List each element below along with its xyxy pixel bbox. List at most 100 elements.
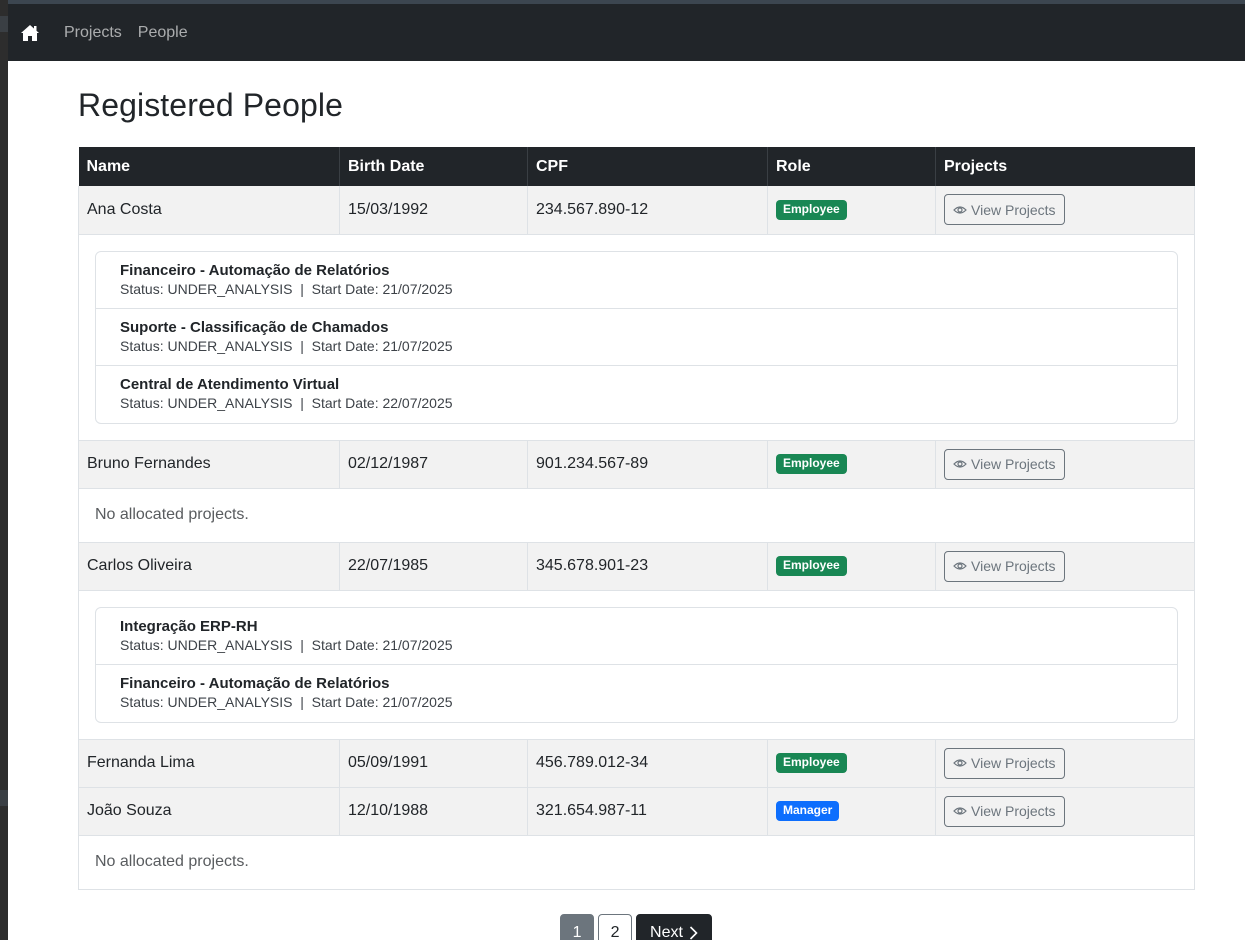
person-cpf: 321.654.987-11: [527, 787, 768, 836]
project-meta: Status: UNDER_ANALYSIS | Start Date: 21/…: [120, 693, 453, 710]
no-projects-message: No allocated projects.: [78, 835, 1195, 890]
view-projects-button[interactable]: View Projects: [944, 795, 1065, 827]
people-table-body: Ana Costa 15/03/1992 234.567.890-12 Employe…: [78, 186, 1195, 890]
column-header-name: Name: [78, 147, 340, 186]
home-icon[interactable]: [19, 22, 41, 44]
table-row: Bruno Fernandes 02/12/1987 901.234.567-89 E…: [78, 440, 1195, 489]
view-projects-label: View Projects: [971, 803, 1056, 819]
empty-projects-row: No allocated projects.: [78, 835, 1195, 890]
eye-icon: [953, 206, 967, 214]
view-projects-label: View Projects: [971, 558, 1056, 574]
project-detail-cell: Financeiro - Automação de Relatórios Stat…: [78, 234, 1195, 441]
project-list-item: Suporte - Classificação de Chamados Statu…: [96, 309, 1177, 366]
page-button-2[interactable]: 2: [598, 913, 633, 940]
role-badge: Employee: [776, 454, 847, 474]
person-birth-date: 22/07/1985: [339, 542, 528, 591]
project-name: Integração ERP-RH: [120, 617, 258, 635]
edge-mark: [0, 16, 8, 32]
role-badge: Manager: [776, 801, 840, 821]
project-detail-cell: Integração ERP-RH Status: UNDER_ANALYSIS …: [78, 590, 1195, 740]
app-window: Projects People Registered People Name B…: [8, 4, 1245, 940]
table-row: Ana Costa 15/03/1992 234.567.890-12 Employe…: [78, 186, 1195, 235]
column-header-role: Role: [767, 147, 936, 186]
person-name: Carlos Oliveira: [78, 542, 340, 591]
person-name: João Souza: [78, 787, 340, 836]
person-role-cell: Manager: [767, 787, 936, 836]
person-name: Ana Costa: [78, 186, 340, 235]
eye-icon: [953, 759, 967, 767]
person-projects-cell: View Projects: [935, 440, 1195, 489]
project-list-item: Financeiro - Automação de Relatórios Stat…: [96, 252, 1177, 309]
view-projects-label: View Projects: [971, 201, 1056, 218]
role-badge: Employee: [776, 556, 847, 576]
page-title: Registered People: [78, 87, 343, 123]
person-cpf: 234.567.890-12: [527, 186, 768, 235]
eye-icon: [953, 807, 967, 815]
person-birth-date: 02/12/1987: [339, 440, 528, 489]
table-header-row: Name Birth Date CPF Role Projects: [78, 147, 1195, 186]
person-birth-date: 05/09/1991: [339, 739, 528, 788]
person-role-cell: Employee: [767, 186, 936, 235]
project-meta: Status: UNDER_ANALYSIS | Start Date: 21/…: [120, 636, 453, 653]
home-icon-glyph: [21, 24, 39, 41]
column-header-projects: Projects: [935, 147, 1195, 186]
view-projects-button[interactable]: View Projects: [944, 194, 1065, 226]
project-meta: Status: UNDER_ANALYSIS | Start Date: 22/…: [120, 394, 453, 411]
project-name: Financeiro - Automação de Relatórios: [120, 674, 390, 692]
edge-mark: [0, 790, 8, 806]
person-projects-cell: View Projects: [935, 186, 1195, 235]
column-header-cpf: CPF: [527, 147, 768, 186]
view-projects-button[interactable]: View Projects: [944, 448, 1065, 480]
person-birth-date: 12/10/1988: [339, 787, 528, 836]
person-role-cell: Employee: [767, 739, 936, 788]
person-projects-cell: View Projects: [935, 739, 1195, 788]
project-detail-row: Integração ERP-RH Status: UNDER_ANALYSIS …: [78, 590, 1195, 740]
project-list-item: Integração ERP-RH Status: UNDER_ANALYSIS …: [96, 608, 1177, 665]
view-projects-button[interactable]: View Projects: [944, 747, 1065, 779]
view-projects-label: View Projects: [971, 456, 1056, 472]
table-row: Carlos Oliveira 22/07/1985 345.678.901-23 E…: [78, 542, 1195, 591]
people-table: Name Birth Date CPF Role Projects Ana Co…: [78, 147, 1195, 890]
project-list-item: Central de Atendimento Virtual Status: UN…: [96, 366, 1177, 423]
nav-link-people[interactable]: People: [138, 24, 188, 42]
project-detail-row: Financeiro - Automação de Relatórios Stat…: [78, 234, 1195, 441]
table-row: João Souza 12/10/1988 321.654.987-11 Manage…: [78, 787, 1195, 836]
project-name: Suporte - Classificação de Chamados: [120, 318, 389, 336]
role-badge: Employee: [776, 753, 847, 773]
next-page-button[interactable]: Next: [636, 913, 712, 940]
left-edge-strip: [0, 0, 8, 940]
person-cpf: 456.789.012-34: [527, 739, 768, 788]
person-projects-cell: View Projects: [935, 787, 1195, 836]
project-name: Central de Atendimento Virtual: [120, 375, 340, 393]
no-projects-message: No allocated projects.: [78, 488, 1195, 543]
view-projects-label: View Projects: [971, 755, 1056, 771]
empty-projects-row: No allocated projects.: [78, 488, 1195, 543]
person-cpf: 345.678.901-23: [527, 542, 768, 591]
main-container: Registered People Name Birth Date CPF Ro…: [8, 87, 1245, 940]
project-list: Financeiro - Automação de Relatórios Stat…: [95, 250, 1178, 424]
chevron-right-icon: [689, 925, 698, 940]
person-role-cell: Employee: [767, 440, 936, 489]
project-meta: Status: UNDER_ANALYSIS | Start Date: 21/…: [120, 337, 453, 354]
column-header-birth-date: Birth Date: [339, 147, 528, 186]
role-badge: Employee: [776, 199, 847, 220]
top-navbar: Projects People: [8, 4, 1245, 61]
project-meta: Status: UNDER_ANALYSIS | Start Date: 21/…: [120, 280, 453, 297]
person-name: Fernanda Lima: [78, 739, 340, 788]
person-name: Bruno Fernandes: [78, 440, 340, 489]
nav-link-projects[interactable]: Projects: [64, 24, 122, 42]
project-list-item: Financeiro - Automação de Relatórios Stat…: [96, 665, 1177, 722]
person-cpf: 901.234.567-89: [527, 440, 768, 489]
eye-icon: [953, 562, 967, 570]
table-row: Fernanda Lima 05/09/1991 456.789.012-34 Emp…: [78, 739, 1195, 788]
page-button-1[interactable]: 1: [560, 913, 595, 940]
next-page-label: Next: [650, 923, 683, 940]
person-role-cell: Employee: [767, 542, 936, 591]
pagination: 1 2 Next: [78, 913, 1194, 940]
person-projects-cell: View Projects: [935, 542, 1195, 591]
project-name: Financeiro - Automação de Relatórios: [120, 261, 390, 279]
eye-icon: [953, 460, 967, 468]
person-birth-date: 15/03/1992: [339, 186, 528, 235]
project-list: Integração ERP-RH Status: UNDER_ANALYSIS …: [95, 606, 1178, 723]
view-projects-button[interactable]: View Projects: [944, 550, 1065, 582]
